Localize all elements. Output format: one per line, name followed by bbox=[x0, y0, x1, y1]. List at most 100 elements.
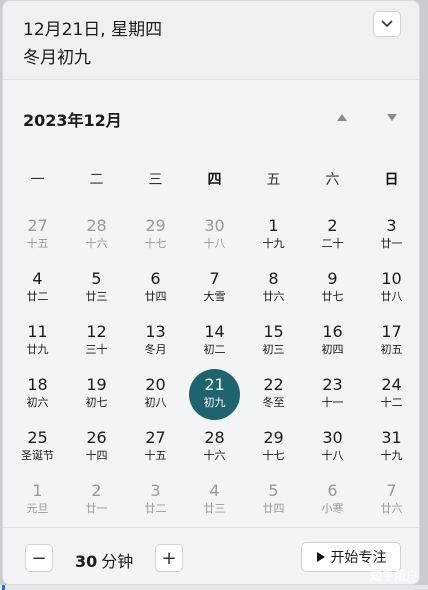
day-cell[interactable]: 4 廿三 bbox=[185, 476, 244, 528]
day-cell[interactable]: 6 小寒 bbox=[303, 476, 362, 528]
day-cell[interactable]: 20 初八 bbox=[126, 370, 185, 422]
day-number: 19 bbox=[86, 375, 107, 394]
day-lunar: 初九 bbox=[203, 396, 226, 409]
start-focus-label: 开始专注 bbox=[330, 550, 387, 566]
day-lunar: 廿七 bbox=[321, 290, 344, 303]
day-cell-today[interactable]: 21 初九 bbox=[185, 369, 244, 422]
day-cell[interactable]: 29 十七 bbox=[126, 211, 185, 263]
day-lunar: 廿二 bbox=[144, 502, 167, 515]
day-cell[interactable]: 25 圣诞节 bbox=[8, 423, 67, 475]
day-lunar: 廿六 bbox=[262, 290, 285, 303]
day-lunar: 十五 bbox=[144, 449, 167, 462]
day-cell[interactable]: 6 廿四 bbox=[126, 264, 185, 316]
day-cell[interactable]: 18 初六 bbox=[8, 370, 67, 422]
day-cell[interactable]: 5 廿四 bbox=[244, 476, 303, 528]
day-cell[interactable]: 27 十五 bbox=[8, 211, 67, 263]
day-cell[interactable]: 28 十六 bbox=[67, 211, 126, 263]
day-cell[interactable]: 4 廿二 bbox=[8, 264, 67, 316]
increase-duration-button[interactable]: + bbox=[155, 544, 183, 572]
day-number: 5 bbox=[91, 269, 102, 288]
day-number: 21 bbox=[204, 375, 225, 394]
day-number: 6 bbox=[150, 269, 161, 288]
weekday-label: 四 bbox=[207, 172, 222, 188]
day-cell[interactable]: 16 初四 bbox=[303, 317, 362, 369]
day-cell[interactable]: 17 初五 bbox=[362, 317, 419, 369]
day-cell[interactable]: 27 十五 bbox=[126, 423, 185, 475]
day-number: 27 bbox=[145, 428, 166, 447]
day-lunar: 十六 bbox=[85, 237, 108, 250]
day-number: 10 bbox=[381, 269, 402, 288]
next-month-button[interactable] bbox=[383, 109, 401, 125]
day-cell[interactable]: 5 廿三 bbox=[67, 264, 126, 316]
date-header[interactable]: 12月21日, 星期四 冬月初九 bbox=[3, 1, 419, 80]
day-cell[interactable]: 10 廿八 bbox=[362, 264, 419, 316]
day-lunar: 十八 bbox=[321, 449, 344, 462]
day-cell[interactable]: 3 廿一 bbox=[362, 211, 419, 263]
day-cell[interactable]: 30 十八 bbox=[185, 211, 244, 263]
day-cell[interactable]: 2 廿一 bbox=[67, 476, 126, 528]
day-lunar: 廿三 bbox=[203, 502, 226, 515]
month-title[interactable]: 2023年12月 bbox=[23, 107, 122, 131]
day-lunar: 十九 bbox=[380, 449, 403, 462]
day-cell[interactable]: 14 初二 bbox=[185, 317, 244, 369]
day-cell[interactable]: 28 十六 bbox=[185, 423, 244, 475]
day-cell[interactable]: 31 十九 bbox=[362, 423, 419, 475]
day-number: 25 bbox=[27, 428, 48, 447]
day-cell[interactable]: 11 廿九 bbox=[8, 317, 67, 369]
day-number: 29 bbox=[263, 428, 284, 447]
day-lunar: 元旦 bbox=[26, 502, 49, 515]
day-cell[interactable]: 7 大雪 bbox=[185, 264, 244, 316]
duration-value: 30 bbox=[75, 552, 98, 571]
weekday-label: 三 bbox=[148, 172, 163, 188]
day-number: 31 bbox=[381, 428, 402, 447]
day-cell[interactable]: 30 十八 bbox=[303, 423, 362, 475]
previous-month-button[interactable] bbox=[333, 109, 351, 125]
decrease-duration-button[interactable]: − bbox=[25, 544, 53, 572]
day-number: 24 bbox=[381, 375, 402, 394]
day-cell[interactable]: 22 冬至 bbox=[244, 370, 303, 422]
day-cell[interactable]: 9 廿七 bbox=[303, 264, 362, 316]
calendar-flyout: 12月21日, 星期四 冬月初九 2023年12月 一二三四五六日 27 十五 28… bbox=[2, 0, 420, 585]
weekday-header: 一二三四五六日 bbox=[8, 169, 419, 189]
day-cell[interactable]: 1 元旦 bbox=[8, 476, 67, 528]
day-lunar: 大雪 bbox=[203, 290, 226, 303]
day-cell[interactable]: 3 廿二 bbox=[126, 476, 185, 528]
focus-duration: 30 分钟 bbox=[75, 548, 133, 572]
play-icon bbox=[316, 552, 325, 562]
day-lunar: 廿一 bbox=[85, 502, 108, 515]
day-number: 14 bbox=[204, 322, 225, 341]
day-cell[interactable]: 26 十四 bbox=[67, 423, 126, 475]
day-number: 13 bbox=[145, 322, 166, 341]
day-cell[interactable]: 19 初七 bbox=[67, 370, 126, 422]
day-number: 1 bbox=[268, 216, 279, 235]
day-number: 11 bbox=[27, 322, 48, 341]
day-lunar: 三十 bbox=[85, 343, 108, 356]
day-number: 28 bbox=[204, 428, 225, 447]
day-cell[interactable]: 7 廿六 bbox=[362, 476, 419, 528]
weekday-label: 一 bbox=[30, 172, 45, 188]
collapse-button[interactable] bbox=[373, 11, 401, 37]
day-lunar: 圣诞节 bbox=[21, 449, 54, 462]
day-cell[interactable]: 2 二十 bbox=[303, 211, 362, 263]
day-lunar: 十六 bbox=[203, 449, 226, 462]
day-cell[interactable]: 23 十一 bbox=[303, 370, 362, 422]
day-lunar: 廿九 bbox=[26, 343, 49, 356]
day-cell[interactable]: 1 十九 bbox=[244, 211, 303, 263]
day-lunar: 十一 bbox=[321, 396, 344, 409]
day-number: 22 bbox=[263, 375, 284, 394]
day-lunar: 廿六 bbox=[380, 502, 403, 515]
day-lunar: 初五 bbox=[380, 343, 403, 356]
day-number: 8 bbox=[268, 269, 279, 288]
day-lunar: 廿二 bbox=[26, 290, 49, 303]
day-cell[interactable]: 15 初三 bbox=[244, 317, 303, 369]
day-cell[interactable]: 12 三十 bbox=[67, 317, 126, 369]
day-cell[interactable]: 29 十七 bbox=[244, 423, 303, 475]
day-number: 5 bbox=[268, 481, 279, 500]
day-number: 7 bbox=[209, 269, 220, 288]
day-lunar: 十七 bbox=[262, 449, 285, 462]
day-lunar: 十九 bbox=[262, 237, 285, 250]
day-cell[interactable]: 24 十二 bbox=[362, 370, 419, 422]
day-cell[interactable]: 13 冬月 bbox=[126, 317, 185, 369]
day-cell[interactable]: 8 廿六 bbox=[244, 264, 303, 316]
day-grid: 27 十五 28 十六 29 十七 30 十八 1 十九 2 二十 3 廿一 4 廿二 5 廿三 6 廿四 7 大雪 8 廿六… bbox=[8, 211, 419, 531]
